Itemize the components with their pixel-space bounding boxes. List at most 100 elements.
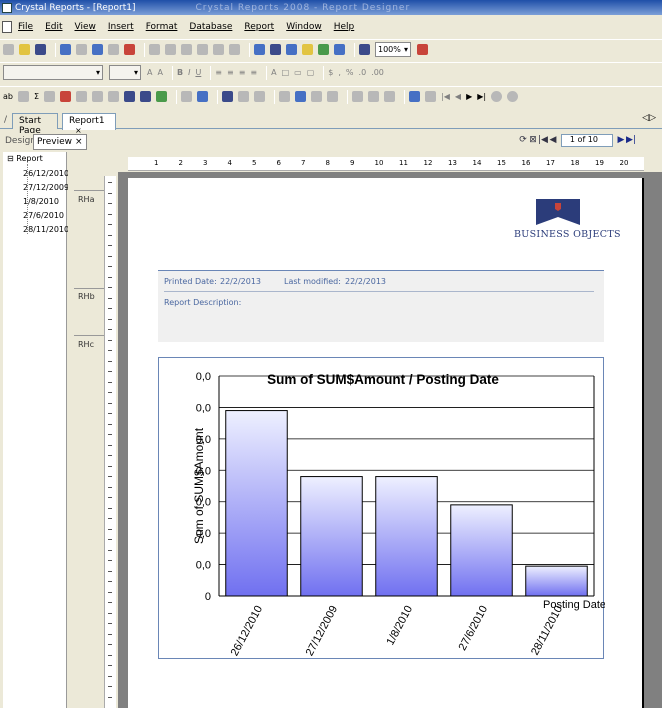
align-left-icon[interactable]: ≡ (215, 68, 222, 77)
formula-workshop-icon[interactable] (254, 91, 266, 102)
select-expert-icon[interactable] (222, 91, 234, 102)
insert-group-icon[interactable] (17, 91, 29, 102)
workbench-icon[interactable] (318, 44, 329, 55)
refresh-icon[interactable] (108, 44, 119, 55)
menu-report[interactable]: Report (244, 22, 274, 32)
chart-bar[interactable] (300, 476, 363, 597)
increase-font-icon[interactable]: A (147, 68, 152, 77)
insert-olap-grid-icon[interactable] (60, 91, 72, 102)
zoom-select[interactable]: 100% ▾ (375, 42, 411, 57)
first-page-icon[interactable]: |◀ (538, 135, 548, 147)
cut-icon[interactable] (149, 44, 160, 55)
menu-format[interactable]: Format (146, 22, 178, 32)
stop-icon[interactable]: ⊠ (528, 135, 538, 147)
drill-down-icon[interactable] (384, 91, 396, 102)
align-center-icon[interactable]: ≡ (227, 68, 234, 77)
chart-container[interactable]: 0 0,0 0,0 0,0 0,0 0,0 0,0 0,0 26/12/2010 27/12/20… (158, 357, 606, 659)
chart-bar[interactable] (450, 504, 513, 597)
open-icon[interactable] (19, 44, 30, 55)
italic-icon[interactable]: I (188, 68, 190, 77)
save-icon[interactable] (35, 44, 46, 55)
report-explorer-icon[interactable] (270, 44, 281, 55)
section-label[interactable]: RHc (78, 340, 94, 349)
insert-chart-icon[interactable] (140, 91, 152, 102)
decrease-decimals-icon[interactable]: .00 (371, 68, 384, 77)
previous-page-icon[interactable]: ◀ (455, 92, 461, 101)
last-page-icon[interactable]: ▶| (626, 135, 636, 147)
increase-decimals-icon[interactable]: .0 (359, 68, 367, 77)
insert-box-icon[interactable] (108, 91, 120, 102)
border-icon[interactable]: □ (282, 68, 290, 77)
first-page-icon[interactable]: |◀ (441, 92, 450, 101)
insert-summary-icon[interactable]: Σ (34, 92, 39, 101)
percent-icon[interactable]: % (346, 68, 354, 77)
next-page-icon[interactable]: ▶ (466, 92, 472, 101)
chart-bar[interactable] (525, 565, 588, 597)
tab-start-page[interactable]: Start Page (12, 113, 58, 136)
print-icon[interactable] (60, 44, 71, 55)
lock-size-icon[interactable] (368, 91, 380, 102)
insert-cross-tab-icon[interactable] (44, 91, 56, 102)
dependency-checker-icon[interactable] (302, 44, 313, 55)
tree-item[interactable]: 27/6/2010 (23, 211, 64, 220)
back-icon[interactable] (491, 91, 503, 102)
new-icon[interactable] (3, 44, 14, 55)
record-sort-expert-icon[interactable] (181, 91, 193, 102)
insert-text-object-icon[interactable]: ab (3, 92, 13, 101)
font-size-select[interactable]: ▾ (109, 65, 141, 80)
report-options-icon[interactable] (311, 91, 323, 102)
section-label[interactable]: RHb (78, 292, 95, 301)
format-icon[interactable]: ▭ (294, 68, 302, 77)
align-right-icon[interactable]: ≡ (239, 68, 246, 77)
previous-page-icon[interactable]: ◀ (548, 135, 558, 147)
menu-help[interactable]: Help (334, 22, 355, 32)
help-icon[interactable] (417, 44, 428, 55)
section-expert-icon[interactable] (238, 91, 250, 102)
print-preview-icon[interactable] (76, 44, 87, 55)
insert-picture-icon[interactable] (124, 91, 136, 102)
currency-icon[interactable]: $ (328, 68, 333, 77)
underline-icon[interactable]: U (195, 68, 201, 77)
upload-icon[interactable] (124, 44, 135, 55)
chart-bar[interactable] (375, 476, 438, 597)
menu-view[interactable]: View (75, 22, 96, 32)
tree-item[interactable]: 28/11/2010 (23, 225, 69, 234)
thousands-separator-icon[interactable]: , (338, 68, 341, 77)
suppress-icon[interactable]: ▢ (307, 68, 315, 77)
tree-item[interactable]: 27/12/2009 (23, 183, 69, 192)
font-name-select[interactable]: ▾ (3, 65, 103, 80)
next-page-icon[interactable]: ▶ (616, 135, 626, 147)
insert-subreport-icon[interactable] (76, 91, 88, 102)
refresh-icon[interactable]: ⟳ (518, 135, 528, 147)
font-color-icon[interactable]: A (271, 68, 276, 77)
menu-file[interactable]: File (18, 22, 33, 32)
tab-scroll-icon[interactable]: ◁▷ (642, 113, 656, 123)
object-inspector-icon[interactable] (334, 44, 345, 55)
insert-map-icon[interactable] (156, 91, 168, 102)
forward-icon[interactable] (507, 91, 519, 102)
chart-bar[interactable] (225, 410, 288, 597)
menu-database[interactable]: Database (189, 22, 232, 32)
tab-report1[interactable]: Report1 × (62, 113, 116, 135)
insert-line-icon[interactable] (92, 91, 104, 102)
menu-insert[interactable]: Insert (108, 22, 134, 32)
lock-format-icon[interactable] (352, 91, 364, 102)
redo-icon[interactable] (229, 44, 240, 55)
field-explorer-icon[interactable] (254, 44, 265, 55)
tree-root[interactable]: ⊟ Report (7, 154, 43, 163)
page-number-field[interactable]: 1 of 10 (561, 134, 613, 147)
tab-preview[interactable]: Preview × (33, 134, 87, 150)
copy-icon[interactable] (165, 44, 176, 55)
decrease-font-icon[interactable]: A (157, 68, 162, 77)
format-painter-icon[interactable] (197, 44, 208, 55)
field-icon[interactable] (327, 91, 339, 102)
stop-icon[interactable] (425, 91, 437, 102)
refresh-data-icon[interactable] (409, 91, 421, 102)
repository-explorer-icon[interactable] (286, 44, 297, 55)
group-sort-expert-icon[interactable] (197, 91, 209, 102)
paste-icon[interactable] (181, 44, 192, 55)
tree-item[interactable]: 1/8/2010 (23, 197, 59, 206)
find-icon[interactable] (359, 44, 370, 55)
menu-window[interactable]: Window (286, 22, 322, 32)
section-label[interactable]: RHa (78, 195, 94, 204)
